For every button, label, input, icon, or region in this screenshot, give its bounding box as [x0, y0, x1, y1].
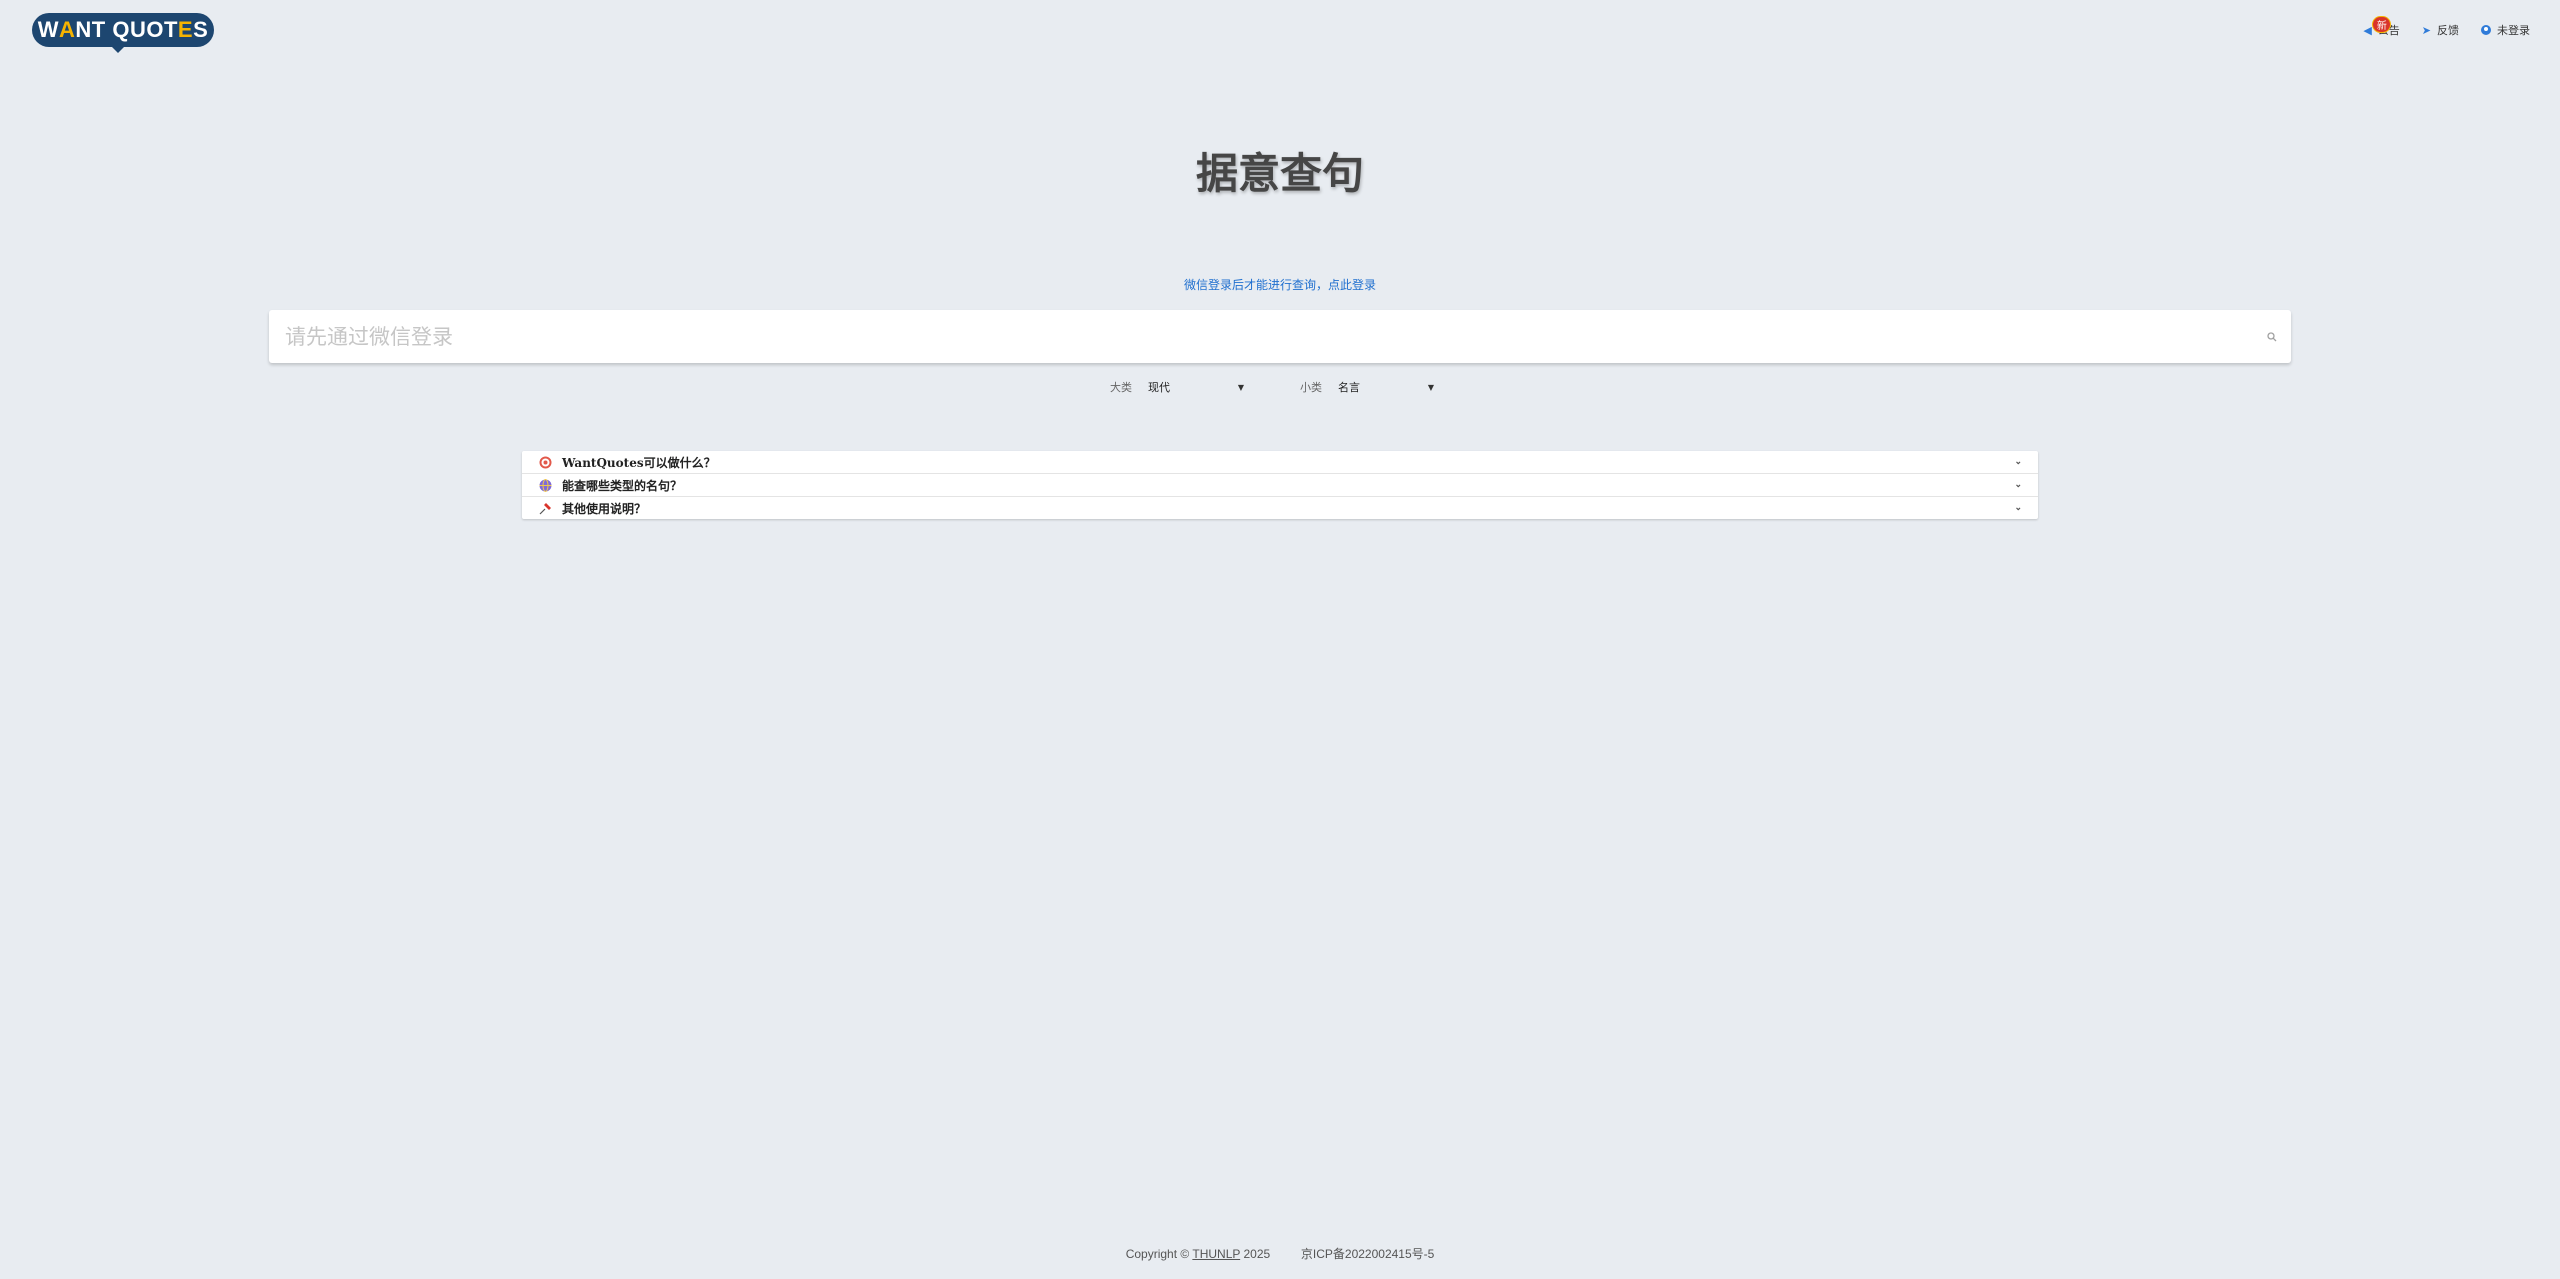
faq-accordion: WantQuotes可以做什么？ ⌄ 能查哪些类型的名句？ ⌄ 其他使用说明？ …	[522, 451, 2038, 519]
logo-speech-tail	[108, 43, 128, 53]
faq-item-other-usage[interactable]: 其他使用说明？ ⌄	[522, 497, 2038, 519]
icp-link[interactable]: 京ICP备2022002415号-5	[1301, 1247, 1434, 1261]
faq-label: 能查哪些类型的名句？	[562, 478, 683, 493]
feedback-link[interactable]: ➤ 反馈	[2422, 22, 2459, 38]
footer: Copyright © THUNLP 2025 京ICP备2022002415号…	[0, 1245, 2560, 1262]
chevron-down-icon: ⌄	[2014, 503, 2022, 513]
search-icon[interactable]	[2257, 322, 2287, 352]
user-icon	[2481, 25, 2491, 35]
major-category-filter: 大类 现代 ▼	[1110, 379, 1244, 395]
megaphone-icon: ◀	[2363, 23, 2372, 37]
globe-icon	[538, 478, 552, 492]
search-input[interactable]	[269, 323, 2257, 350]
filters: 大类 现代 ▼ 小类 名言 ▼	[0, 379, 2552, 395]
wechat-login-link[interactable]: 微信登录后才能进行查询，点此登录	[0, 276, 2560, 293]
caret-down-icon: ▼	[1427, 382, 1434, 392]
page: W A NT QUOT E S ◀ 新 公告 ➤ 反馈 未登录 据意查句 微信登录后才能…	[0, 0, 2560, 1279]
feedback-label: 反馈	[2437, 24, 2459, 37]
copyright-prefix: Copyright ©	[1125, 1247, 1190, 1261]
minor-category-value: 名言	[1338, 381, 1360, 394]
target-icon	[538, 455, 552, 469]
faq-item-quote-types[interactable]: 能查哪些类型的名句？ ⌄	[522, 474, 2038, 497]
pin-icon	[538, 501, 552, 515]
faq-item-what-can-do[interactable]: WantQuotes可以做什么？ ⌄	[522, 451, 2038, 474]
announcement-link[interactable]: ◀ 新 公告	[2363, 17, 2400, 38]
user-status-label: 未登录	[2497, 24, 2530, 37]
logo-text: W A NT QUOT E S	[32, 13, 214, 47]
chevron-down-icon: ⌄	[2014, 480, 2022, 490]
major-category-value: 现代	[1148, 381, 1170, 394]
minor-category-filter: 小类 名言 ▼	[1300, 379, 1434, 395]
faq-label: 其他使用说明？	[562, 501, 647, 516]
copyright-year: 2025	[1243, 1247, 1271, 1261]
thunlp-link[interactable]: THUNLP	[1192, 1247, 1240, 1261]
caret-down-icon: ▼	[1237, 382, 1244, 392]
search-box	[269, 310, 2291, 363]
chevron-down-icon: ⌄	[2014, 457, 2022, 467]
logo[interactable]: W A NT QUOT E S	[32, 13, 214, 53]
page-title: 据意查句	[1195, 149, 1364, 198]
top-nav: ◀ 新 公告 ➤ 反馈 未登录	[2363, 17, 2530, 38]
minor-category-select[interactable]: 名言 ▼	[1338, 379, 1434, 395]
major-category-select[interactable]: 现代 ▼	[1148, 379, 1244, 395]
user-status-link[interactable]: 未登录	[2481, 22, 2530, 38]
new-badge: 新	[2373, 17, 2391, 32]
send-icon: ➤	[2421, 23, 2431, 37]
major-category-label: 大类	[1110, 381, 1132, 394]
faq-label: WantQuotes可以做什么？	[562, 455, 716, 470]
minor-category-label: 小类	[1300, 381, 1322, 394]
